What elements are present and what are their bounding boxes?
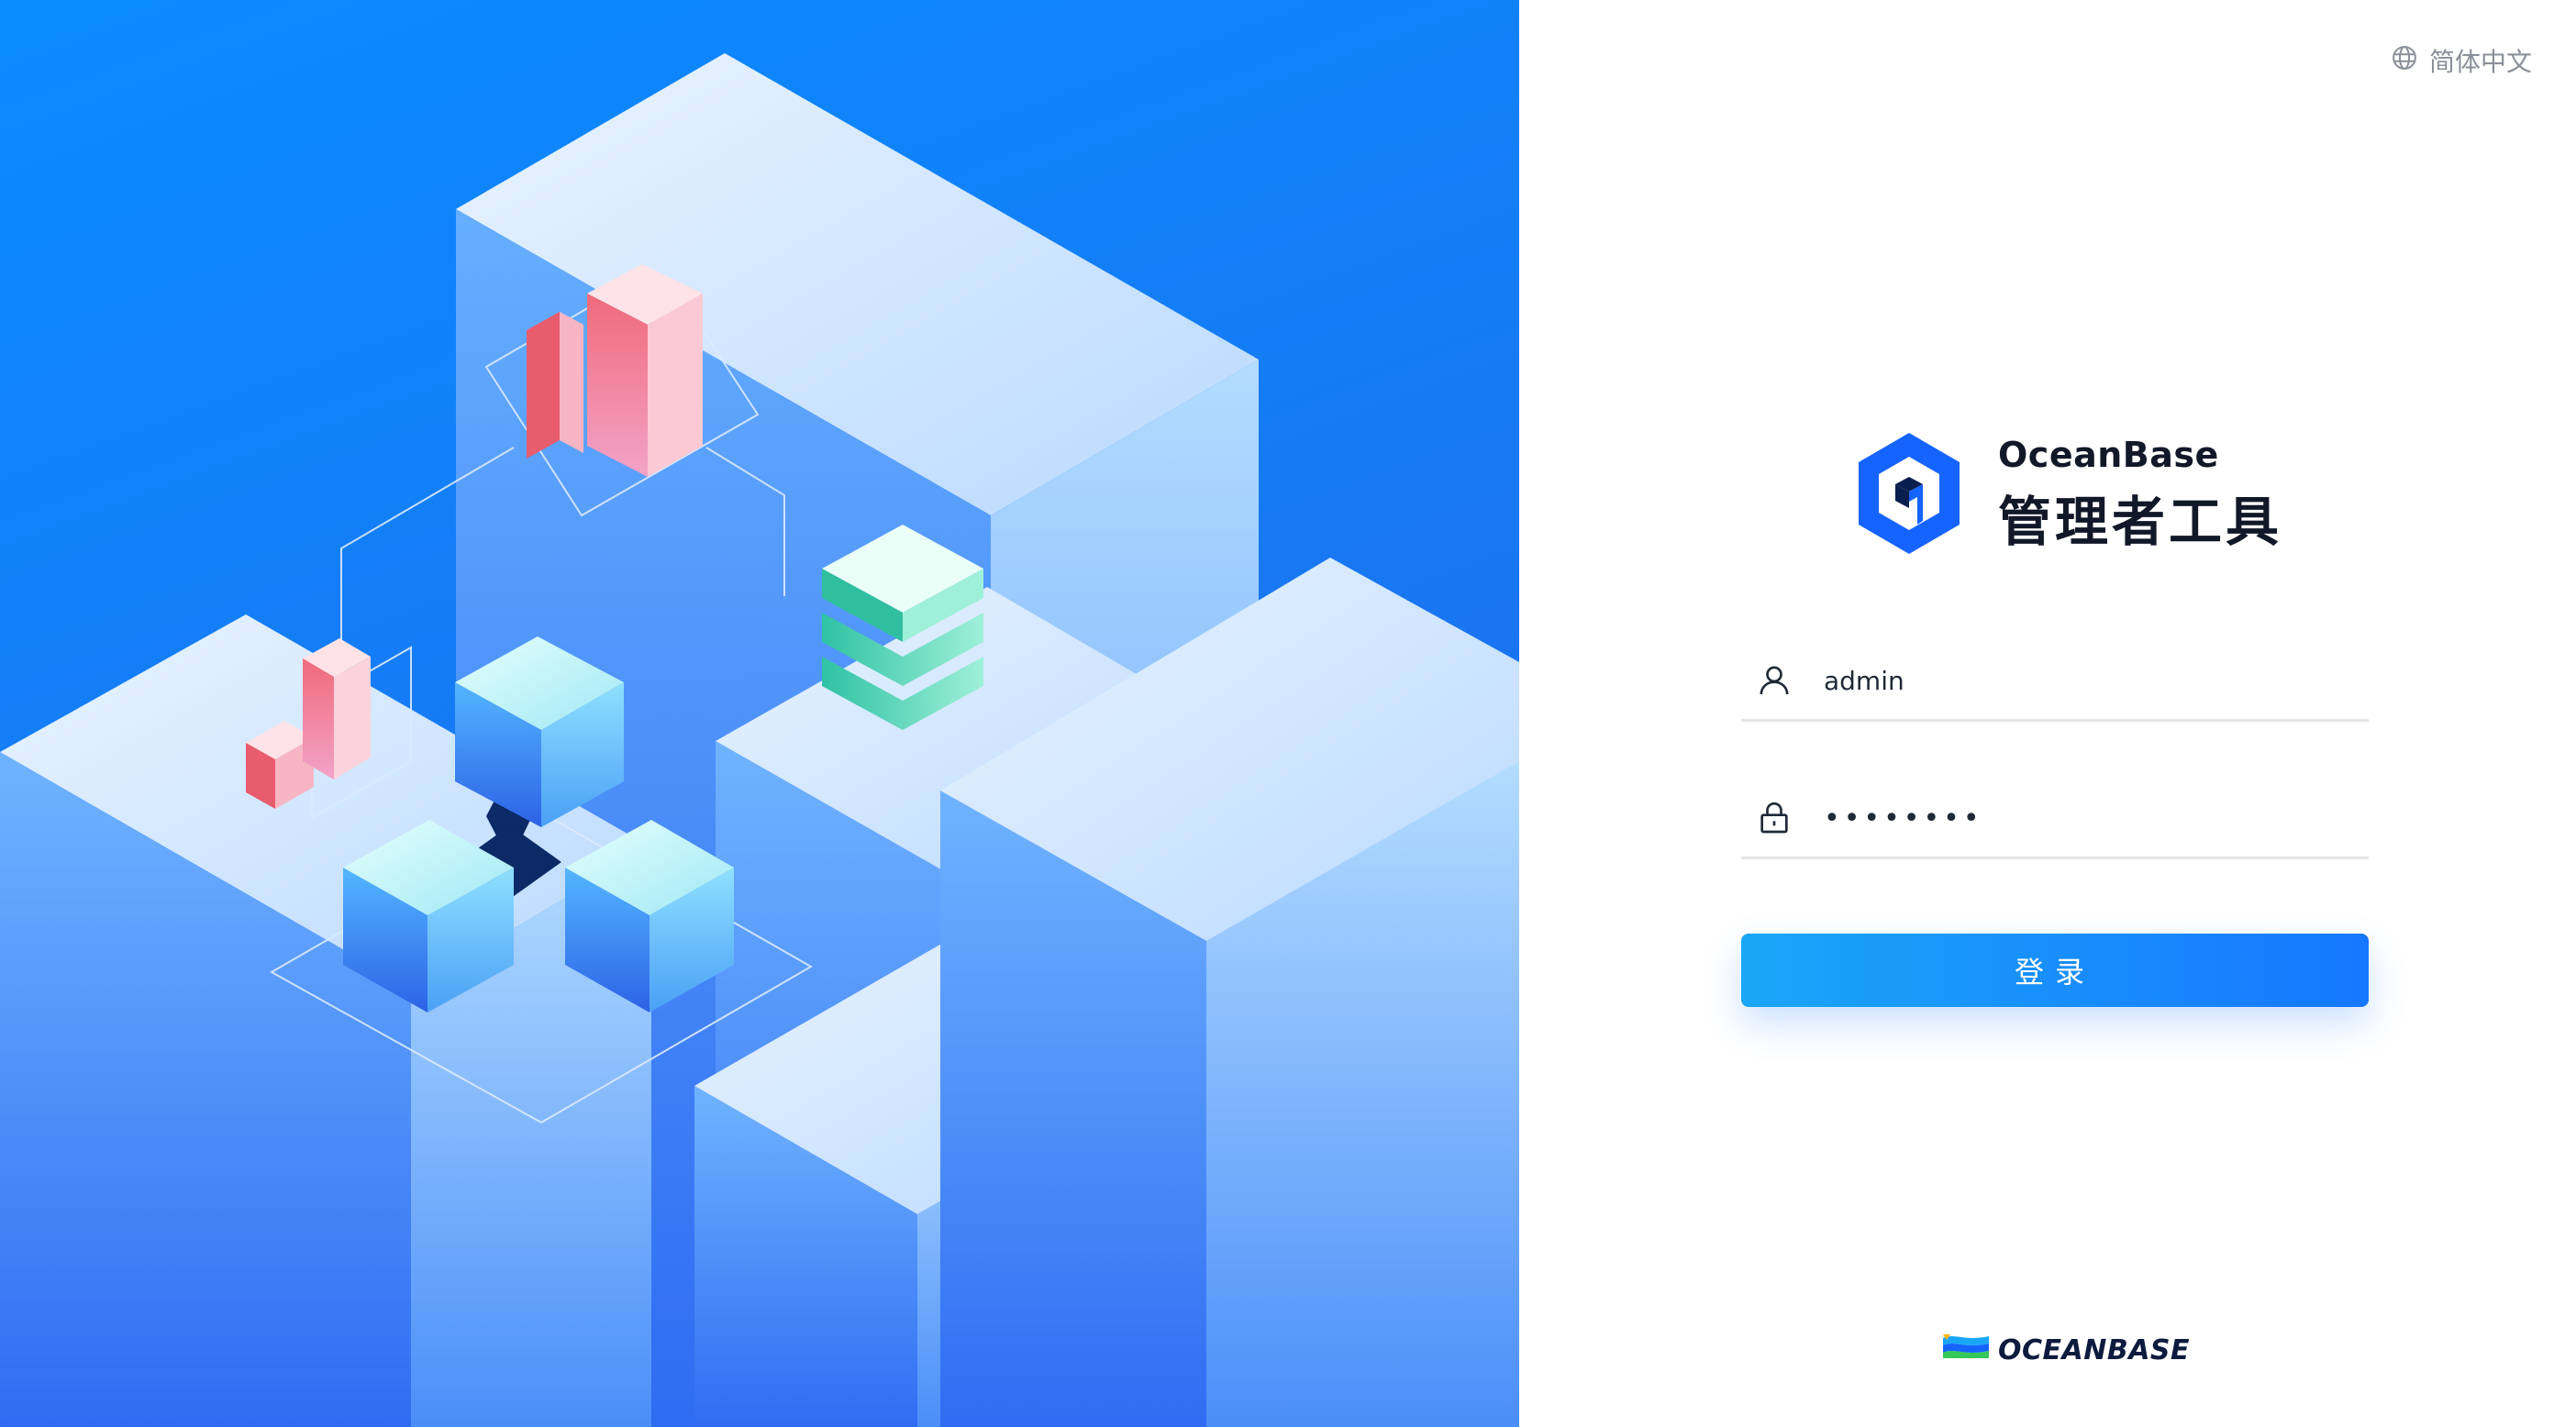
lock-icon — [1756, 800, 1793, 836]
login-panel: 简体中文 OceanBase 管理者工具 admin 登录 OCEANBASE — [1519, 0, 2576, 1427]
username-field[interactable] — [1741, 642, 2369, 722]
username-input[interactable] — [1824, 665, 2369, 696]
brand-name: OceanBase — [1998, 435, 2219, 475]
oceanbase-wave-logo-icon — [1941, 1333, 1991, 1367]
user-icon — [1756, 662, 1793, 699]
language-switcher[interactable]: 简体中文 — [2391, 40, 2532, 81]
footer-logo-text: OCEANBASE — [1998, 1333, 2191, 1366]
hero-illustration — [0, 0, 1519, 1427]
product-title: 管理者工具 — [1998, 491, 2283, 553]
footer-logo: OCEANBASE — [1941, 1332, 2190, 1368]
language-label: 简体中文 — [2428, 47, 2532, 77]
oceanbase-hex-logo-icon — [1853, 429, 1965, 561]
globe-icon — [2391, 44, 2418, 78]
brand-logo: OceanBase 管理者工具 — [1853, 431, 2282, 559]
login-button[interactable]: 登录 — [1741, 934, 2369, 1007]
password-field[interactable] — [1741, 780, 2369, 859]
password-input[interactable] — [1824, 802, 2369, 835]
